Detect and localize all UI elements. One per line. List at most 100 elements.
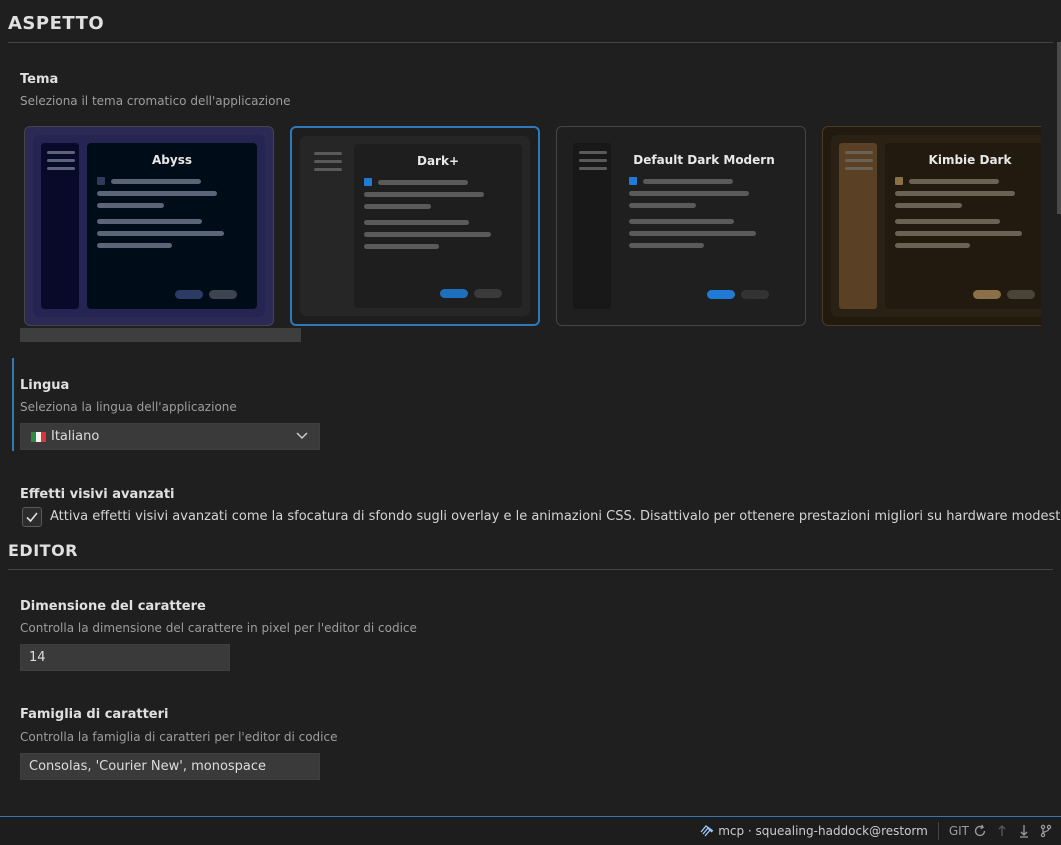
theme-label: Tema bbox=[20, 72, 59, 87]
preview-sidebar-line bbox=[579, 151, 607, 154]
preview-editor: Dark+ bbox=[354, 144, 522, 308]
preview-editor: Default Dark Modern bbox=[619, 143, 789, 309]
preview-sidebar-line bbox=[845, 151, 873, 154]
page-scrollbar[interactable] bbox=[1057, 42, 1061, 214]
preview-primary-button bbox=[707, 290, 735, 299]
preview-accent-square bbox=[629, 177, 637, 185]
font-family-label: Famiglia di caratteri bbox=[20, 707, 169, 722]
preview-text-line bbox=[629, 203, 696, 208]
preview-secondary-button bbox=[474, 289, 502, 298]
preview-text-line bbox=[97, 231, 224, 236]
preview-primary-button bbox=[440, 289, 468, 298]
theme-card-default-dark-modern[interactable]: Default Dark Modern bbox=[556, 126, 806, 326]
preview-sidebar-line bbox=[845, 167, 873, 170]
visual-effects-label: Effetti visivi avanzati bbox=[20, 487, 175, 502]
theme-description: Seleziona il tema cromatico dell'applica… bbox=[20, 94, 291, 108]
visual-effects-checkbox-label: Attiva effetti visivi avanzati come la s… bbox=[50, 509, 1061, 524]
preview-sidebar bbox=[308, 144, 346, 308]
theme-card-kimbie-dark[interactable]: Kimbie Dark bbox=[822, 126, 1041, 326]
italy-flag-icon bbox=[31, 431, 46, 442]
section-title-appearance: ASPETTO bbox=[8, 13, 105, 34]
git-label: GIT bbox=[948, 824, 969, 838]
font-size-description: Controlla la dimensione del carattere in… bbox=[20, 621, 417, 635]
preview-text-line bbox=[895, 231, 1022, 236]
preview-sidebar-line bbox=[314, 160, 342, 163]
theme-preview: Default Dark Modern bbox=[565, 135, 797, 317]
statusbar-divider bbox=[937, 822, 939, 840]
preview-sidebar-line bbox=[579, 159, 607, 162]
chevron-down-icon bbox=[296, 432, 308, 440]
preview-sidebar-line bbox=[47, 151, 75, 154]
preview-text-line bbox=[97, 243, 172, 248]
theme-card-list: Abyss Dark+ Default Dark Modern Kimbie Dark bbox=[20, 124, 1041, 329]
language-select-value: Italiano bbox=[51, 429, 100, 444]
preview-primary-button bbox=[973, 290, 1001, 299]
language-select[interactable]: Italiano bbox=[20, 423, 320, 450]
preview-sidebar bbox=[573, 143, 611, 309]
theme-list-scrollbar[interactable] bbox=[20, 328, 301, 342]
theme-card-title: Dark+ bbox=[416, 154, 459, 168]
preview-primary-button bbox=[175, 290, 203, 299]
preview-sidebar bbox=[839, 143, 877, 309]
language-focus-indicator bbox=[12, 358, 14, 451]
preview-editor: Kimbie Dark bbox=[885, 143, 1041, 309]
remote-connection[interactable]: mcp · squealing-haddock@restorm bbox=[692, 817, 932, 845]
section-divider bbox=[8, 569, 1053, 570]
preview-text-line bbox=[97, 203, 164, 208]
theme-card-abyss[interactable]: Abyss bbox=[24, 126, 274, 326]
preview-text-line bbox=[629, 191, 749, 196]
git-status[interactable]: GIT bbox=[945, 817, 1061, 845]
preview-text-line bbox=[895, 191, 1015, 196]
preview-text-line bbox=[364, 244, 439, 249]
theme-card-title: Kimbie Dark bbox=[928, 153, 1012, 167]
theme-card-title: Default Dark Modern bbox=[633, 153, 775, 167]
preview-text-line bbox=[364, 192, 484, 197]
preview-text-line bbox=[895, 219, 1000, 224]
push-icon[interactable] bbox=[995, 824, 1009, 838]
checkmark-icon bbox=[26, 512, 38, 523]
preview-text-line bbox=[909, 179, 999, 184]
language-label: Lingua bbox=[20, 378, 70, 393]
preview-secondary-button bbox=[741, 290, 769, 299]
preview-sidebar-line bbox=[579, 167, 607, 170]
preview-accent-square bbox=[97, 177, 105, 185]
pull-icon[interactable] bbox=[1017, 824, 1031, 838]
preview-secondary-button bbox=[1007, 290, 1035, 299]
visual-effects-checkbox[interactable] bbox=[22, 507, 42, 527]
preview-sidebar-line bbox=[314, 168, 342, 171]
branch-icon[interactable] bbox=[1039, 824, 1053, 838]
font-size-label: Dimensione del carattere bbox=[20, 599, 206, 614]
preview-sidebar-line bbox=[845, 159, 873, 162]
preview-accent-square bbox=[364, 178, 372, 186]
preview-sidebar bbox=[41, 143, 79, 309]
preview-secondary-button bbox=[209, 290, 237, 299]
theme-preview: Abyss bbox=[33, 135, 265, 317]
preview-text-line bbox=[378, 180, 468, 185]
preview-sidebar-line bbox=[314, 152, 342, 155]
font-size-input[interactable]: 14 bbox=[20, 644, 230, 671]
refresh-icon[interactable] bbox=[973, 824, 987, 838]
preview-sidebar-line bbox=[47, 159, 75, 162]
preview-text-line bbox=[895, 203, 962, 208]
font-family-description: Controlla la famiglia di caratteri per l… bbox=[20, 730, 338, 744]
theme-preview: Dark+ bbox=[300, 136, 530, 316]
preview-sidebar-line bbox=[47, 167, 75, 170]
preview-text-line bbox=[97, 191, 217, 196]
mcp-icon bbox=[700, 825, 714, 837]
preview-text-line bbox=[629, 243, 704, 248]
preview-editor: Abyss bbox=[87, 143, 257, 309]
preview-text-line bbox=[364, 232, 491, 237]
language-description: Seleziona la lingua dell'applicazione bbox=[20, 400, 237, 414]
preview-text-line bbox=[629, 219, 734, 224]
preview-text-line bbox=[895, 243, 970, 248]
preview-text-line bbox=[364, 220, 469, 225]
theme-card-dark[interactable]: Dark+ bbox=[290, 126, 540, 326]
preview-text-line bbox=[643, 179, 733, 184]
preview-accent-square bbox=[895, 177, 903, 185]
remote-connection-label: mcp · squealing-haddock@restorm bbox=[718, 824, 928, 838]
preview-text-line bbox=[97, 219, 202, 224]
font-family-input[interactable]: Consolas, 'Courier New', monospace bbox=[20, 753, 320, 780]
preview-text-line bbox=[629, 231, 756, 236]
theme-card-title: Abyss bbox=[152, 153, 192, 167]
section-divider bbox=[8, 42, 1053, 43]
